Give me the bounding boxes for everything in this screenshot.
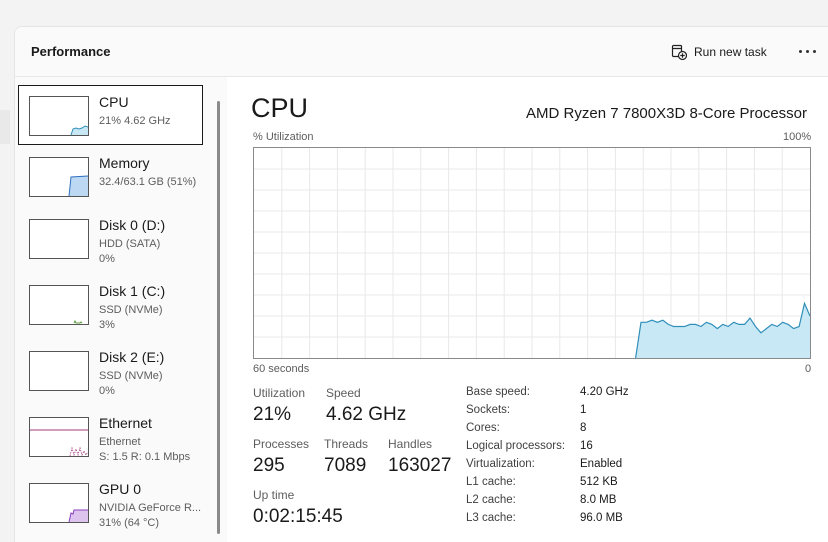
task-manager-window: Performance Run new task CPU 21% 4.62 GH… (14, 26, 828, 542)
uptime-value: 0:02:15:45 (253, 506, 343, 527)
run-new-task-button[interactable]: Run new task (671, 41, 767, 63)
disk-type: SSD (NVMe) (99, 370, 163, 382)
sidebar-item-detail: Ethernet S: 1.5 R: 0.1 Mbps (99, 435, 190, 465)
header-bar: Performance Run new task (15, 27, 828, 77)
cpu-model-name: AMD Ryzen 7 7800X3D 8-Core Processor (526, 105, 807, 122)
run-task-icon (671, 44, 687, 60)
graph-y-label: % Utilization (253, 131, 314, 143)
l2-cache-label: L2 cache: (466, 494, 516, 506)
sidebar-item-memory[interactable]: Memory 32.4/63.1 GB (51%) (19, 147, 205, 207)
utilization-label: Utilization (253, 386, 306, 400)
disk-usage: 0% (99, 253, 115, 265)
page-title: Performance (31, 44, 111, 59)
sidebar-item-label: CPU (99, 94, 129, 110)
gpu-usage: 31% (64 °C) (99, 517, 160, 529)
sidebar-item-detail: 21% 4.62 GHz (99, 115, 171, 127)
threads-label: Threads (324, 437, 369, 451)
base-speed-label: Base speed: (466, 386, 530, 398)
gpu-mini-area (69, 510, 88, 522)
more-options-button[interactable] (795, 39, 819, 63)
memory-thumbnail-graph (29, 157, 89, 197)
speed-value: 4.62 GHz (326, 404, 407, 425)
cpu-utilization-chart (254, 148, 810, 358)
cpu-utilization-area (635, 303, 810, 358)
sidebar-item-detail: SSD (NVMe) 0% (99, 369, 163, 399)
l3-cache-value: 96.0 MB (580, 512, 623, 524)
sidebar-item-detail: HDD (SATA) 0% (99, 237, 160, 267)
processes-value: 295 (253, 455, 285, 476)
cpu-mini-chart (70, 125, 88, 135)
gpu-model: NVIDIA GeForce R... (99, 502, 202, 514)
virtualization-label: Virtualization: (466, 458, 535, 470)
disk-usage: 3% (99, 319, 115, 331)
cpu-thumbnail-graph (29, 96, 89, 136)
disk-type: HDD (SATA) (99, 238, 161, 250)
run-new-task-label: Run new task (694, 45, 767, 59)
more-dots-icon (798, 49, 802, 53)
utilization-value: 21% (253, 404, 292, 425)
sockets-label: Sockets: (466, 404, 511, 416)
graph-x-left-label: 60 seconds (253, 363, 310, 375)
disk1-mini-chart (73, 319, 83, 324)
sockets-value: 1 (580, 404, 587, 416)
disk-usage: 0% (99, 385, 115, 397)
uptime-label: Up time (253, 488, 295, 502)
sidebar-item-detail: 32.4/63.1 GB (51%) (99, 176, 197, 188)
sidebar-item-disk-1[interactable]: Disk 1 (C:) SSD (NVMe) 3% (19, 275, 205, 335)
adapter-name: Ethernet (99, 436, 141, 448)
sidebar-item-label: Ethernet (99, 415, 152, 431)
sidebar-item-disk-2[interactable]: Disk 2 (E:) SSD (NVMe) 0% (19, 341, 205, 401)
cores-label: Cores: (466, 422, 500, 434)
sidebar-item-ethernet[interactable]: Ethernet Ethernet S: 1.5 R: 0.1 Mbps (19, 407, 205, 467)
disk2-thumbnail-graph (29, 351, 89, 391)
graph-y-max-label: 100% (783, 131, 812, 143)
handles-value: 163027 (388, 455, 452, 476)
disk0-thumbnail-graph (29, 219, 89, 259)
disk1-mini-line (73, 319, 83, 324)
sidebar-item-detail: SSD (NVMe) 3% (99, 303, 163, 333)
cpu-detail-panel: CPU AMD Ryzen 7 7800X3D 8-Core Processor… (227, 77, 828, 542)
sidebar-scrollbar[interactable] (217, 101, 220, 534)
cpu-mini-area (71, 126, 88, 135)
cores-value: 8 (580, 422, 587, 434)
gpu-mini-chart (68, 509, 88, 522)
ethernet-mini-chart (30, 429, 88, 456)
sidebar-item-label: Disk 1 (C:) (99, 283, 166, 299)
base-speed-value: 4.20 GHz (580, 386, 629, 398)
sidebar-item-gpu-0[interactable]: GPU 0 NVIDIA GeForce R... 31% (64 °C) (19, 473, 205, 533)
sidebar-item-detail: NVIDIA GeForce R... 31% (64 °C) (99, 501, 201, 531)
ethernet-thumbnail-graph (29, 417, 89, 457)
disk-type: SSD (NVMe) (99, 304, 163, 316)
sidebar-item-label: GPU 0 (99, 481, 142, 497)
threads-value: 7089 (324, 455, 367, 476)
speed-label: Speed (326, 386, 361, 400)
performance-sidebar: CPU 21% 4.62 GHz Memory 32.4/63.1 GB (51… (15, 77, 225, 542)
l1-cache-label: L1 cache: (466, 476, 516, 488)
nav-selection-indicator (0, 110, 10, 144)
sidebar-item-label: Disk 0 (D:) (99, 217, 166, 233)
sidebar-item-label: Memory (99, 155, 150, 171)
processes-label: Processes (253, 437, 310, 451)
disk1-thumbnail-graph (29, 285, 89, 325)
cpu-heading: CPU (251, 93, 309, 123)
graph-x-right-label: 0 (805, 363, 812, 375)
sidebar-item-cpu[interactable]: CPU 21% 4.62 GHz (18, 85, 203, 145)
gpu-thumbnail-graph (29, 483, 89, 523)
l3-cache-label: L3 cache: (466, 512, 516, 524)
l2-cache-value: 8.0 MB (580, 494, 617, 506)
l1-cache-value: 512 KB (580, 476, 618, 488)
sidebar-item-disk-0[interactable]: Disk 0 (D:) HDD (SATA) 0% (19, 209, 205, 269)
network-throughput: S: 1.5 R: 0.1 Mbps (99, 451, 191, 463)
logical-processors-value: 16 (580, 440, 593, 452)
cpu-utilization-graph (253, 147, 811, 359)
virtualization-value: Enabled (580, 458, 623, 470)
memory-mini-chart (68, 175, 88, 196)
memory-mini-area (69, 176, 88, 196)
ethernet-receive-line (69, 446, 88, 456)
logical-processors-label: Logical processors: (466, 440, 566, 452)
sidebar-item-label: Disk 2 (E:) (99, 349, 165, 365)
handles-label: Handles (388, 437, 433, 451)
